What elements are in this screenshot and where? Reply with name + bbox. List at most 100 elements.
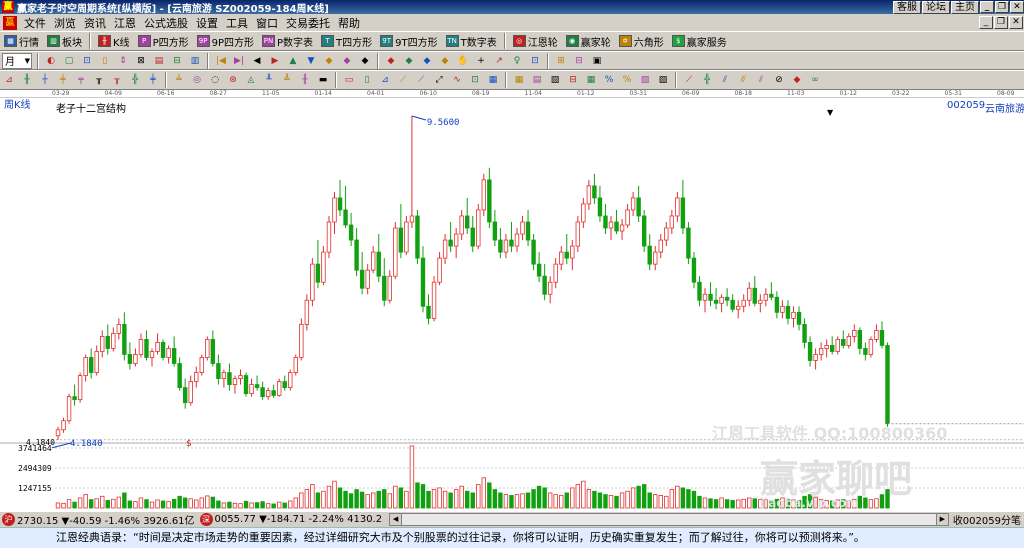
- toolbar-button-1[interactable]: ▥ 板块: [43, 32, 86, 50]
- draw-tool-icon[interactable]: ⊡: [468, 73, 482, 87]
- shenzhen-index-icon[interactable]: 深: [199, 513, 213, 526]
- draw-tool-icon[interactable]: ╨: [262, 73, 276, 87]
- nav-tool-icon[interactable]: +: [474, 54, 488, 68]
- home-link[interactable]: 主页: [951, 0, 979, 14]
- menu-window[interactable]: 窗口: [252, 15, 282, 31]
- nav-tool-icon[interactable]: ▢: [62, 54, 76, 68]
- kline-chart[interactable]: 4.1840 4.1840 9.5600 $1247155 2494309 3741464…: [0, 98, 1024, 511]
- draw-tool-icon[interactable]: ◬: [244, 73, 258, 87]
- indicator-label[interactable]: 老子十二宫结构: [56, 100, 126, 115]
- nav-tool-icon[interactable]: ◆: [322, 54, 336, 68]
- close-button[interactable]: ✕: [1010, 1, 1024, 13]
- nav-tool-icon[interactable]: ◆: [420, 54, 434, 68]
- menu-help[interactable]: 帮助: [334, 15, 364, 31]
- draw-tool-icon[interactable]: ⊟: [566, 73, 580, 87]
- toolbar-button-8[interactable]: TN T数字表: [442, 32, 501, 50]
- toolbar-button-6[interactable]: T T四方形: [317, 32, 376, 50]
- nav-tool-icon[interactable]: ♀: [510, 54, 524, 68]
- draw-tool-icon[interactable]: ▦: [584, 73, 598, 87]
- draw-tool-icon[interactable]: ◌: [208, 73, 222, 87]
- draw-tool-icon[interactable]: ⫽: [754, 73, 768, 87]
- draw-tool-icon[interactable]: ▦: [512, 73, 526, 87]
- toolbar-button-11[interactable]: ✡ 六角形: [615, 32, 668, 50]
- draw-tool-icon[interactable]: ⊿: [378, 73, 392, 87]
- nav-tool-icon[interactable]: |◀: [214, 54, 228, 68]
- draw-tool-icon[interactable]: ⫻: [736, 73, 750, 87]
- nav-tool-icon[interactable]: ✋: [456, 54, 470, 68]
- menu-browse[interactable]: 浏览: [50, 15, 80, 31]
- menu-formula[interactable]: 公式选股: [140, 15, 192, 31]
- menu-news[interactable]: 资讯: [80, 15, 110, 31]
- nav-tool-icon[interactable]: ▼: [304, 54, 318, 68]
- draw-tool-icon[interactable]: %: [620, 73, 634, 87]
- draw-tool-icon[interactable]: ╬: [700, 73, 714, 87]
- draw-tool-icon[interactable]: ╪: [56, 73, 70, 87]
- menu-trade[interactable]: 交易委托: [282, 15, 334, 31]
- draw-tool-icon[interactable]: ▯: [360, 73, 374, 87]
- minimize-button[interactable]: _: [980, 1, 994, 13]
- nav-tool-icon[interactable]: ◐: [44, 54, 58, 68]
- nav-tool-icon[interactable]: ◆: [358, 54, 372, 68]
- draw-tool-icon[interactable]: ╫: [20, 73, 34, 87]
- draw-tool-icon[interactable]: ⫽: [718, 73, 732, 87]
- draw-tool-icon[interactable]: ◎: [190, 73, 204, 87]
- toolbar-button-4[interactable]: 9P 9P四方形: [193, 32, 258, 50]
- forum-link[interactable]: 论坛: [922, 0, 950, 14]
- nav-tool-icon[interactable]: ◆: [438, 54, 452, 68]
- draw-tool-icon[interactable]: ╧: [172, 73, 186, 87]
- mdi-close-button[interactable]: ✕: [1009, 16, 1023, 29]
- indicator-dropdown-icon[interactable]: ▼: [827, 108, 833, 117]
- nav-tool-icon[interactable]: ◀: [250, 54, 264, 68]
- draw-tool-icon[interactable]: ╤: [74, 73, 88, 87]
- scroll-right-icon[interactable]: ▶: [935, 514, 948, 525]
- menu-settings[interactable]: 设置: [192, 15, 222, 31]
- toolbar-button-12[interactable]: $ 赢家服务: [668, 32, 731, 50]
- nav-tool-icon[interactable]: ↗: [492, 54, 506, 68]
- nav-tool-icon[interactable]: ◆: [384, 54, 398, 68]
- nav-tool-icon[interactable]: ⇕: [116, 54, 130, 68]
- period-select[interactable]: 月 ▼: [2, 52, 32, 69]
- draw-tool-icon[interactable]: %: [602, 73, 616, 87]
- horizontal-scrollbar[interactable]: ◀ ▶: [389, 513, 949, 526]
- toolbar-button-0[interactable]: ▦ 行情: [0, 32, 43, 50]
- draw-tool-icon[interactable]: ⤢: [432, 73, 446, 87]
- draw-tool-icon[interactable]: ⊿: [2, 73, 16, 87]
- nav-tool-icon[interactable]: ⊟: [170, 54, 184, 68]
- mdi-minimize-button[interactable]: _: [979, 16, 993, 29]
- draw-tool-icon[interactable]: ⊘: [772, 73, 786, 87]
- toolbar-button-7[interactable]: 9T 9T四方形: [376, 32, 441, 50]
- nav-tool-icon[interactable]: ⊡: [80, 54, 94, 68]
- menu-file[interactable]: 文件: [20, 15, 50, 31]
- draw-tool-icon[interactable]: ⊛: [226, 73, 240, 87]
- toolbar-button-10[interactable]: ◉ 赢家轮: [562, 32, 615, 50]
- service-link[interactable]: 客服: [893, 0, 921, 14]
- draw-tool-icon[interactable]: ╪: [146, 73, 160, 87]
- nav-tool-icon[interactable]: ▶|: [232, 54, 246, 68]
- nav-tool-icon[interactable]: ⊟: [572, 54, 586, 68]
- draw-tool-icon[interactable]: ╬: [128, 73, 142, 87]
- draw-tool-icon[interactable]: ▦: [486, 73, 500, 87]
- nav-tool-icon[interactable]: ▣: [590, 54, 604, 68]
- restore-button[interactable]: ❐: [995, 1, 1009, 13]
- draw-tool-icon[interactable]: ▬: [316, 73, 330, 87]
- nav-tool-icon[interactable]: ⊞: [554, 54, 568, 68]
- nav-tool-icon[interactable]: ◆: [340, 54, 354, 68]
- draw-tool-icon[interactable]: ⟋: [682, 73, 696, 87]
- nav-tool-icon[interactable]: ▤: [152, 54, 166, 68]
- shanghai-index-icon[interactable]: 沪: [2, 513, 15, 526]
- draw-tool-icon[interactable]: ┼: [38, 73, 52, 87]
- draw-tool-icon[interactable]: ∿: [450, 73, 464, 87]
- nav-tool-icon[interactable]: ⊠: [134, 54, 148, 68]
- draw-tool-icon[interactable]: ╥: [92, 73, 106, 87]
- draw-tool-icon[interactable]: ▧: [548, 73, 562, 87]
- nav-tool-icon[interactable]: ▲: [286, 54, 300, 68]
- nav-tool-icon[interactable]: ▯: [98, 54, 112, 68]
- nav-tool-icon[interactable]: ⊡: [528, 54, 542, 68]
- document-icon[interactable]: 赢: [3, 15, 17, 30]
- draw-tool-icon[interactable]: ∞: [808, 73, 822, 87]
- toolbar-button-2[interactable]: ╫ K线: [94, 32, 134, 50]
- nav-tool-icon[interactable]: ▶: [268, 54, 282, 68]
- draw-tool-icon[interactable]: ◆: [790, 73, 804, 87]
- draw-tool-icon[interactable]: ▨: [656, 73, 670, 87]
- draw-tool-icon[interactable]: ▤: [530, 73, 544, 87]
